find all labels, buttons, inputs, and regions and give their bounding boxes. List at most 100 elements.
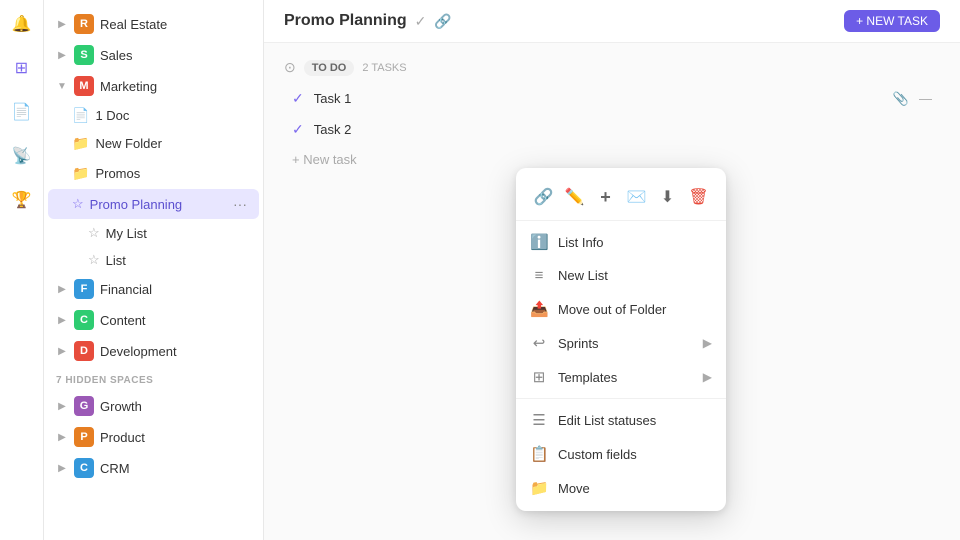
checkmark-icon: ✓	[292, 90, 304, 107]
ctx-menu-item-move[interactable]: 📁 Move	[516, 471, 726, 505]
ctx-menu-item-list-info[interactable]: ℹ️ List Info	[516, 225, 726, 259]
space-icon-product: P	[74, 427, 94, 447]
ctx-label-templates: Templates	[558, 370, 693, 385]
ctx-label-move-out: Move out of Folder	[558, 302, 712, 317]
doc-icon: 📄	[72, 107, 89, 124]
page-title: Promo Planning	[284, 12, 407, 30]
list-icon-my-list: ☆	[88, 225, 100, 241]
ctx-menu-item-edit-statuses[interactable]: ☰ Edit List statuses	[516, 403, 726, 437]
main-header: Promo Planning ✓ 🔗 + NEW TASK	[264, 0, 960, 43]
context-menu-divider	[516, 398, 726, 399]
delete-tool-icon[interactable]: 🗑	[684, 182, 714, 212]
promos-more-button[interactable]: ···	[207, 163, 229, 183]
sidebar-label-promo-planning: Promo Planning	[90, 197, 223, 212]
status-label: TO DO	[312, 62, 347, 74]
ctx-label-edit-statuses: Edit List statuses	[558, 413, 712, 428]
sprints-icon: ↩	[530, 334, 548, 352]
ctx-menu-item-move-out[interactable]: 📤 Move out of Folder	[516, 292, 726, 326]
sidebar-item-list[interactable]: ☆ List	[48, 247, 259, 273]
sidebar-label-sales: Sales	[100, 48, 251, 63]
move-out-icon: 📤	[530, 300, 548, 318]
sidebar-item-marketing[interactable]: ▼ M Marketing	[48, 71, 259, 101]
move-icon: 📁	[530, 479, 548, 497]
space-icon-crm: C	[74, 458, 94, 478]
download-tool-icon[interactable]: ⬇	[653, 182, 683, 212]
task-name: Task 1	[314, 91, 883, 106]
folder-icon: 📁	[72, 135, 89, 152]
sidebar-label-new-folder: New Folder	[95, 136, 251, 151]
ctx-menu-item-custom-fields[interactable]: 📋 Custom fields	[516, 437, 726, 471]
sidebar-item-sales[interactable]: ▶ S Sales	[48, 40, 259, 70]
todo-section: ⊙ TO DO 2 TASKS ✓ Task 1 📎 — ✓ Task 2 + …	[284, 59, 940, 173]
list-icon-promo-planning: ☆	[72, 196, 84, 212]
sidebar-item-product[interactable]: ▶ P Product	[48, 422, 259, 452]
checkmark-icon: ✓	[292, 121, 304, 138]
space-icon-real-estate: R	[74, 14, 94, 34]
sidebar-item-my-list[interactable]: ☆ My List	[48, 220, 259, 246]
ctx-label-sprints: Sprints	[558, 336, 693, 351]
chevron-right-icon: ▶	[703, 370, 712, 384]
ctx-label-list-info: List Info	[558, 235, 712, 250]
sidebar-item-crm[interactable]: ▶ C CRM	[48, 453, 259, 483]
link-icon-header: 🔗	[434, 13, 451, 30]
sidebar-item-new-folder[interactable]: 📁 New Folder	[48, 130, 259, 157]
radio-icon[interactable]: 📡	[8, 142, 36, 170]
chevron-right-icon: ▶	[56, 345, 68, 357]
promo-planning-actions: ···	[229, 194, 251, 214]
sidebar-label-list: List	[106, 253, 251, 268]
edit-tool-icon[interactable]: ✏️	[560, 182, 590, 212]
grid-icon[interactable]: ⊞	[8, 54, 36, 82]
ctx-label-move: Move	[558, 481, 712, 496]
info-icon: ℹ️	[530, 233, 548, 251]
ctx-label-custom-fields: Custom fields	[558, 447, 712, 462]
new-task-label: + New task	[292, 152, 357, 167]
ctx-menu-item-sprints[interactable]: ↩ Sprints ▶	[516, 326, 726, 360]
sidebar-label-crm: CRM	[100, 461, 251, 476]
space-icon-sales: S	[74, 45, 94, 65]
plus-tool-icon[interactable]: +	[591, 182, 621, 212]
promo-planning-more-button[interactable]: ···	[229, 194, 251, 214]
space-icon-financial: F	[74, 279, 94, 299]
sidebar-item-1doc[interactable]: 📄 1 Doc	[48, 102, 259, 129]
table-row[interactable]: ✓ Task 2	[284, 115, 940, 144]
hidden-spaces-label: 7 HIDDEN SPACES	[44, 367, 263, 390]
new-task-button[interactable]: + NEW TASK	[844, 10, 940, 32]
sidebar-label-content: Content	[100, 313, 251, 328]
sidebar-label-financial: Financial	[100, 282, 251, 297]
sidebar-label-development: Development	[100, 344, 251, 359]
sidebar-item-development[interactable]: ▶ D Development	[48, 336, 259, 366]
table-row[interactable]: ✓ Task 1 📎 —	[284, 84, 940, 113]
sidebar-item-content[interactable]: ▶ C Content	[48, 305, 259, 335]
promos-add-button[interactable]: +	[233, 164, 251, 182]
icon-bar: 🔔 ⊞ 📄 📡 🏆	[0, 0, 44, 540]
doc-icon[interactable]: 📄	[8, 98, 36, 126]
attachment-icon: 📎	[893, 91, 909, 107]
ctx-menu-item-new-list[interactable]: ≡ New List	[516, 259, 726, 292]
space-icon-development: D	[74, 341, 94, 361]
sidebar-item-promos[interactable]: 📁 Promos ··· +	[48, 158, 259, 188]
sidebar-label-my-list: My List	[106, 226, 251, 241]
chevron-right-icon: ▶	[56, 462, 68, 474]
trophy-icon[interactable]: 🏆	[8, 186, 36, 214]
templates-icon: ⊞	[530, 368, 548, 386]
chevron-right-icon: ▶	[56, 400, 68, 412]
link-task-icon: —	[919, 91, 932, 106]
email-tool-icon[interactable]: ✉️	[622, 182, 652, 212]
list-icon: ≡	[530, 267, 548, 284]
space-icon-marketing: M	[74, 76, 94, 96]
check-icon-header: ✓	[415, 13, 427, 30]
chevron-right-icon: ▶	[56, 283, 68, 295]
space-icon-content: C	[74, 310, 94, 330]
sidebar-item-promo-planning[interactable]: ☆ Promo Planning ···	[48, 189, 259, 219]
chevron-right-icon: ▶	[56, 314, 68, 326]
sidebar-item-real-estate[interactable]: ▶ R Real Estate	[48, 9, 259, 39]
space-icon-growth: G	[74, 396, 94, 416]
sidebar-item-growth[interactable]: ▶ G Growth	[48, 391, 259, 421]
sidebar-label-real-estate: Real Estate	[100, 17, 251, 32]
bell-icon[interactable]: 🔔	[8, 10, 36, 38]
sidebar-item-financial[interactable]: ▶ F Financial	[48, 274, 259, 304]
ctx-menu-item-templates[interactable]: ⊞ Templates ▶	[516, 360, 726, 394]
folder-icon-promos: 📁	[72, 165, 89, 182]
ctx-label-new-list: New List	[558, 268, 712, 283]
link-tool-icon[interactable]: 🔗	[529, 182, 559, 212]
